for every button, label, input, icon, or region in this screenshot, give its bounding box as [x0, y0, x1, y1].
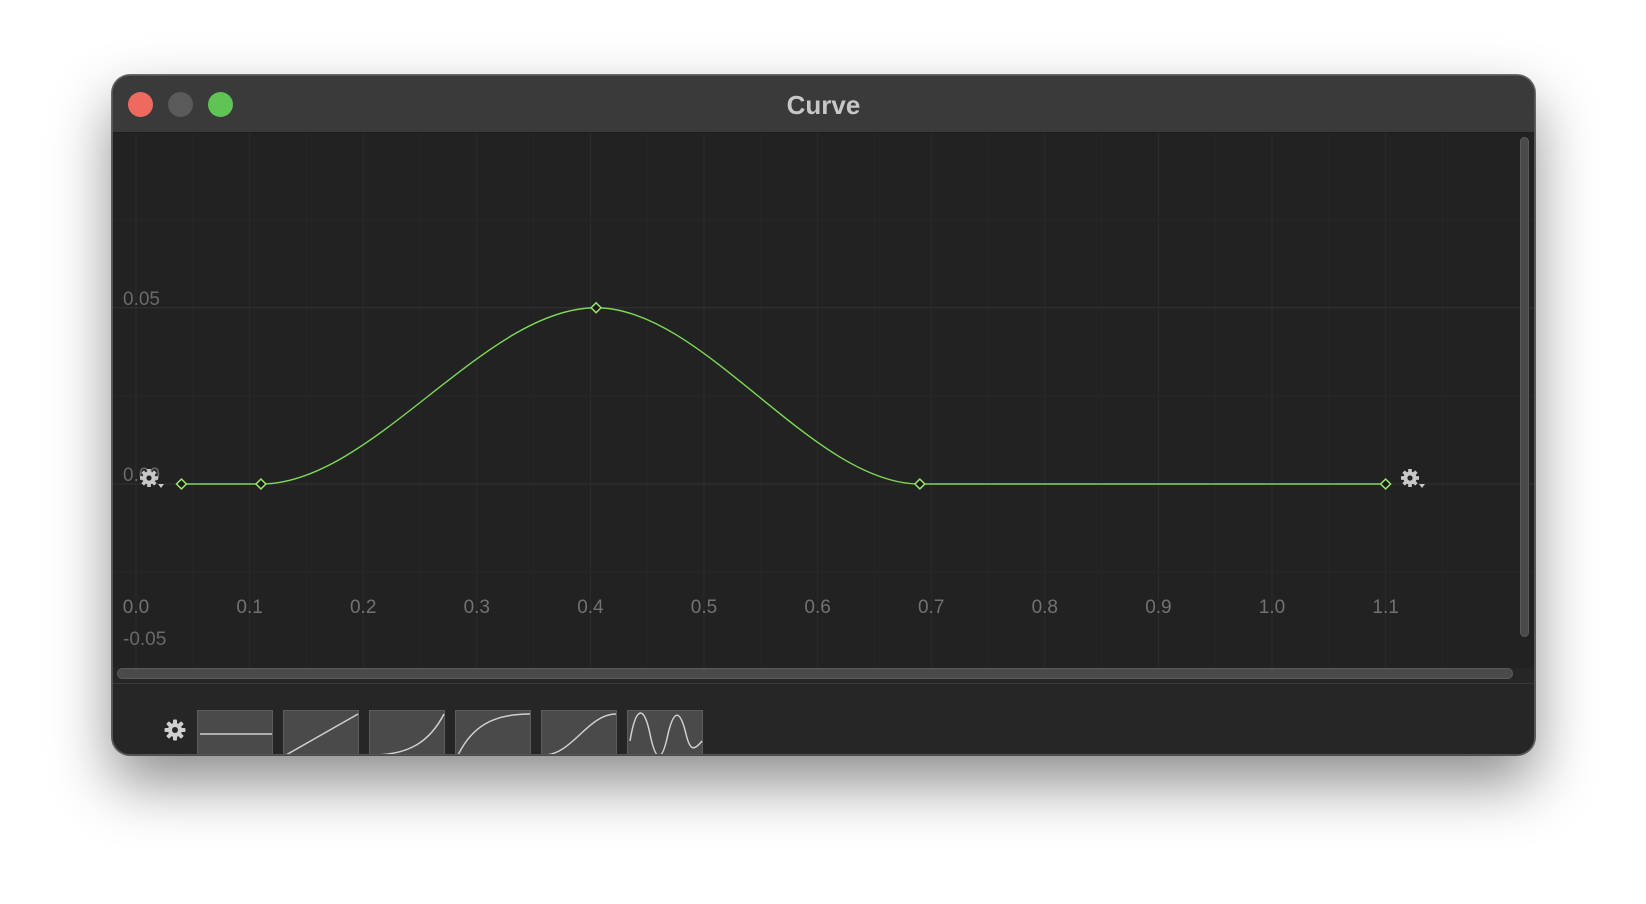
x-tick-label: 0.1: [236, 597, 262, 618]
x-tick-label: 0.3: [464, 597, 490, 618]
ease-in-out-preset-button[interactable]: [541, 710, 617, 754]
ease-in-preset-button[interactable]: [369, 710, 445, 754]
keyframe-point[interactable]: [590, 301, 603, 314]
x-tick-label: 0.2: [350, 597, 376, 618]
window-title: Curve: [786, 90, 861, 120]
x-tick-label: 0.9: [1145, 597, 1171, 618]
ease-in-out-preset-icon: [545, 713, 617, 754]
gear-icon[interactable]: [163, 718, 187, 742]
vertical-scrollbar[interactable]: [1520, 137, 1529, 637]
flat-preset-icon: [200, 733, 272, 735]
x-tick-label: 0.6: [804, 597, 830, 618]
x-tick-label: 1.0: [1259, 597, 1285, 618]
x-tick-label: 0.5: [691, 597, 717, 618]
x-tick-label: 1.1: [1372, 597, 1398, 618]
curve-chart[interactable]: 0.050.00-0.050.0 0.1 0.2 0.3 0.4 0.5 0.6 0.7 0.8…: [113, 133, 1534, 668]
wave-preset-icon: [629, 712, 703, 754]
wave-preset-button[interactable]: [627, 710, 703, 754]
y-tick-label: 0.05: [123, 289, 160, 310]
preset-toolbar: [113, 684, 1534, 754]
keyframe-point[interactable]: [913, 477, 926, 491]
y-tick-label: -0.05: [123, 629, 166, 650]
x-tick-label: 0.4: [577, 597, 604, 618]
curve-window: Curve 0.05 0.00 -0.05 0.0 0.1 0.2 0.3 0.4 0.5 0.6…: [112, 75, 1535, 755]
ease-in-preset-icon: [378, 713, 445, 754]
ease-out-preset-icon: [457, 713, 531, 754]
keyframe-point[interactable]: [254, 477, 267, 491]
keyframe-point[interactable]: [1379, 477, 1392, 491]
x-tick-label: 0.7: [918, 597, 944, 618]
x-tick-label: 0.8: [1032, 597, 1058, 618]
gear-dropdown-icon[interactable]: [1401, 469, 1425, 488]
title-bar[interactable]: Curve: [113, 76, 1534, 133]
horizontal-scrollbar[interactable]: [117, 668, 1513, 679]
ease-out-preset-button[interactable]: [455, 710, 531, 754]
flat-preset-button[interactable]: [197, 710, 273, 754]
x-tick-label: 0.0: [123, 597, 149, 618]
linear-preset-button[interactable]: [283, 710, 359, 754]
keyframe-point[interactable]: [175, 477, 188, 491]
linear-preset-icon: [286, 713, 359, 754]
curve-plot-area[interactable]: 0.05 0.00 -0.05 0.0 0.1 0.2 0.3 0.4 0.5 0.6 0.7 0.8…: [113, 133, 1534, 668]
